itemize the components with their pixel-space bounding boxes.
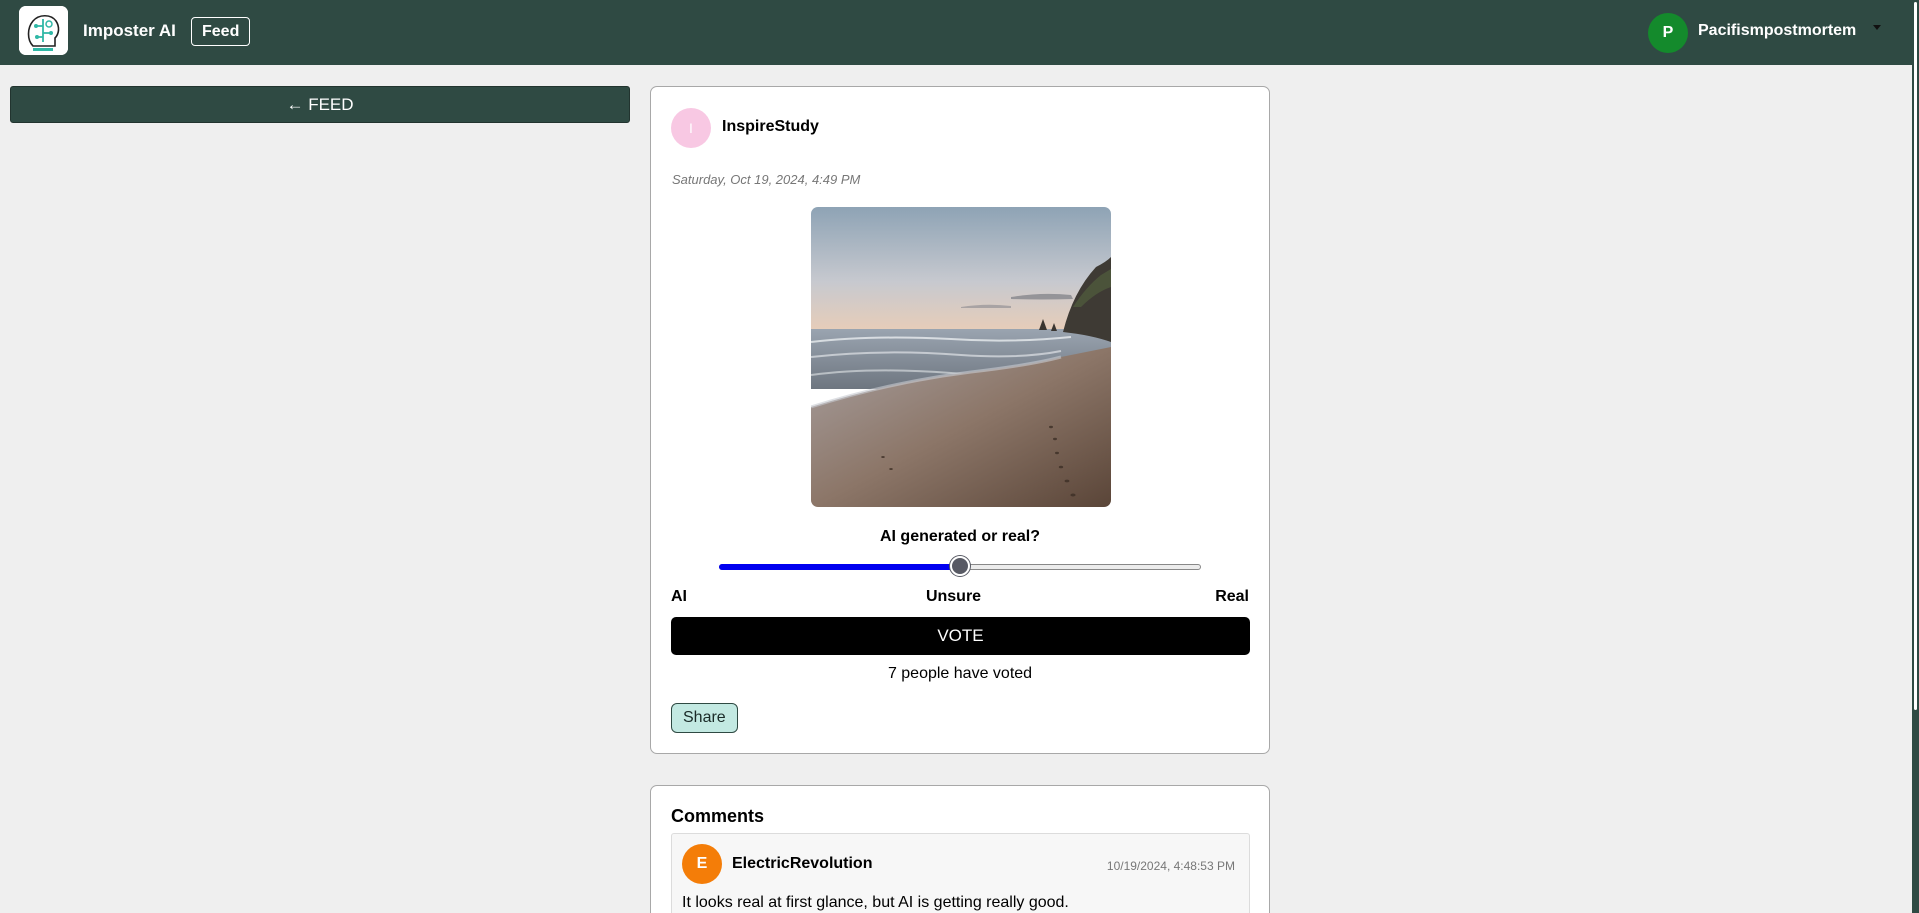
author-avatar[interactable]: I [671,108,711,148]
author-name[interactable]: InspireStudy [722,118,819,136]
app-name: Imposter AI [83,21,176,40]
slider-label-unsure: Unsure [925,588,982,605]
feed-nav-button[interactable]: Feed [191,17,251,46]
user-avatar[interactable]: P [1648,13,1688,53]
user-name[interactable]: Pacifismpostmortem [1698,22,1856,40]
post-image[interactable] [811,207,1111,507]
post-card: I InspireStudy Saturday, Oct 19, 2024, 4… [650,86,1270,754]
share-button[interactable]: Share [671,703,738,733]
vote-button[interactable]: VOTE [671,617,1250,655]
top-nav-bar: Imposter AI Feed P Pacifismpostmortem [0,0,1919,65]
vote-slider-fill [719,564,960,570]
comment-text: It looks real at first glance, but AI is… [682,894,1069,911]
commenter-avatar[interactable]: E [682,844,722,884]
post-date: Saturday, Oct 19, 2024, 4:49 PM [672,172,861,187]
app-logo-icon[interactable] [19,6,68,55]
comments-section: Comments E ElectricRevolution 10/19/2024… [650,785,1270,913]
commenter-name[interactable]: ElectricRevolution [732,855,872,873]
vote-slider-thumb[interactable] [950,556,970,576]
comments-title: Comments [671,806,765,826]
vote-count: 7 people have voted [887,665,1033,682]
comment-item: E ElectricRevolution 10/19/2024, 4:48:53… [671,833,1250,913]
comment-timestamp: 10/19/2024, 4:48:53 PM [1106,859,1235,873]
slider-label-real: Real [1215,588,1249,605]
chevron-down-icon[interactable] [1873,25,1881,30]
vote-slider[interactable] [719,556,1201,576]
page-scrollbar-thumb[interactable] [1914,2,1917,710]
vote-question: AI generated or real? [879,528,1041,545]
back-to-feed-button[interactable]: ← FEED [10,86,630,123]
